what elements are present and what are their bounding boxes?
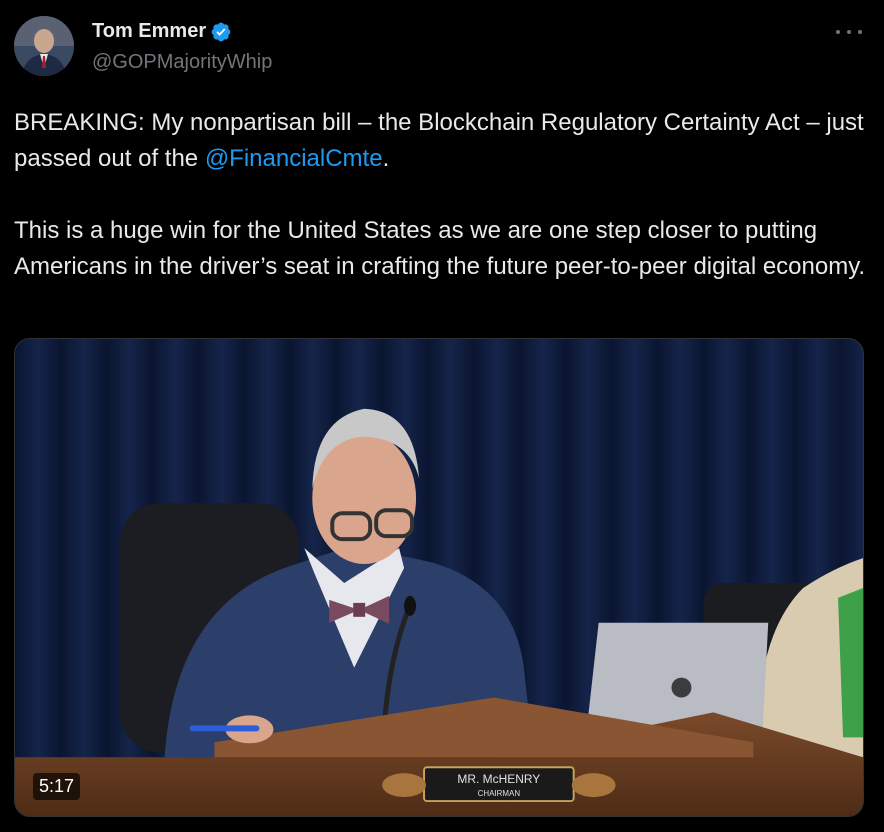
tweet-text-part1: BREAKING: My nonpartisan bill – the Bloc… [14,109,871,172]
mention-link[interactable]: @FinancialCmte [205,145,383,172]
author-display-name[interactable]: Tom Emmer [92,20,206,43]
nameplate-title: CHAIRMAN [478,789,521,798]
more-options-icon[interactable] [836,22,862,42]
video-duration: 5:17 [33,773,81,800]
nameplate-name: MR. McHENRY [457,772,540,786]
author-handle[interactable]: @GOPMajorityWhip [92,51,272,74]
author-avatar[interactable] [14,16,74,76]
tweet-text: BREAKING: My nonpartisan bill – the Bloc… [14,105,870,285]
video-player[interactable]: MR. McHENRY CHAIRMAN 5:17 [14,338,864,817]
verified-badge-icon[interactable] [210,21,232,43]
video-frame: MR. McHENRY CHAIRMAN [15,339,863,816]
